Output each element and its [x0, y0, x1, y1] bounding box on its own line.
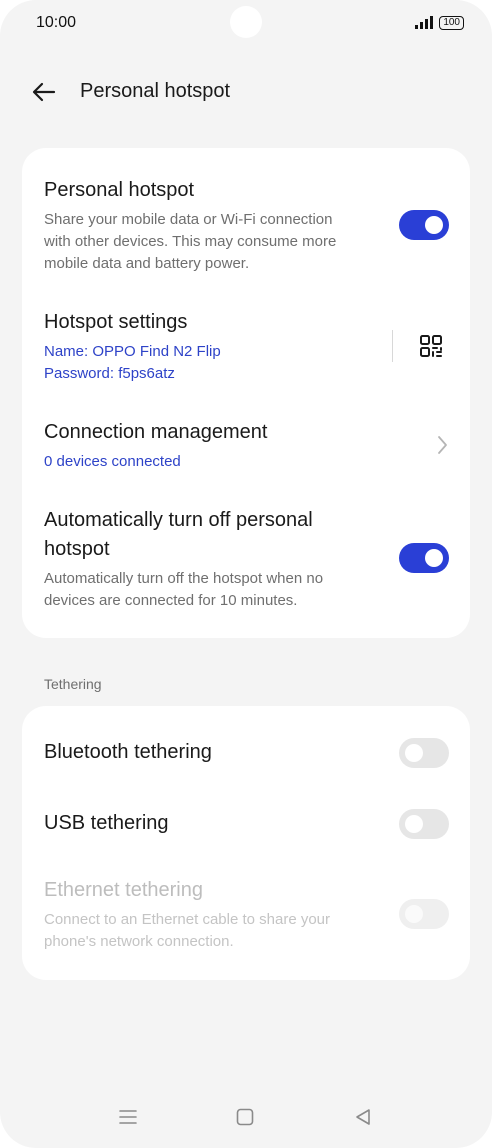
phone-screen: 10:00 100 Personal hotspot Personal hots… [0, 0, 492, 1148]
personal-hotspot-row[interactable]: Personal hotspot Share your mobile data … [44, 176, 448, 275]
ethernet-tethering-title: Ethernet tethering [44, 879, 203, 901]
back-arrow-icon[interactable] [30, 78, 58, 106]
hotspot-card: Personal hotspot Share your mobile data … [22, 148, 470, 638]
back-triangle-icon[interactable] [352, 1106, 374, 1128]
usb-tethering-title: USB tethering [44, 812, 169, 834]
battery-icon: 100 [439, 16, 464, 30]
personal-hotspot-toggle[interactable] [399, 210, 449, 240]
connection-management-row[interactable]: Connection management 0 devices connecte… [44, 418, 410, 473]
personal-hotspot-title: Personal hotspot [44, 179, 195, 201]
qr-code-icon[interactable] [419, 334, 443, 358]
toggle-knob [405, 815, 423, 833]
hotspot-settings-title: Hotspot settings [44, 311, 188, 333]
personal-hotspot-description: mobile data and battery power. [44, 255, 250, 272]
auto-turn-off-description: devices are connected for 10 minutes. [44, 592, 298, 609]
vertical-divider [392, 330, 393, 362]
toggle-knob [405, 905, 423, 923]
hotspot-name: Name: OPPO Find N2 Flip [44, 343, 221, 360]
camera-cutout [230, 6, 262, 38]
auto-turn-off-toggle[interactable] [399, 543, 449, 573]
tethering-card: Bluetooth tethering USB tethering Ethern… [22, 706, 470, 980]
ethernet-tethering-row: Ethernet tethering Connect to an Etherne… [44, 876, 370, 953]
toggle-knob [425, 549, 443, 567]
status-time: 10:00 [36, 14, 77, 31]
auto-turn-off-title: Automatically turn off personal [44, 509, 313, 531]
ethernet-tethering-description: Connect to an Ethernet cable to share yo… [44, 911, 331, 928]
ethernet-tethering-toggle [399, 899, 449, 929]
page-title: Personal hotspot [80, 80, 231, 102]
navigation-bar [0, 1096, 492, 1136]
status-icons: 100 [415, 16, 464, 30]
connection-management-title: Connection management [44, 421, 268, 443]
toggle-knob [425, 216, 443, 234]
personal-hotspot-description: Share your mobile data or Wi-Fi connecti… [44, 211, 333, 228]
menu-icon[interactable] [117, 1106, 139, 1128]
personal-hotspot-description: with other devices. This may consume mor… [44, 233, 337, 250]
usb-tethering-row[interactable]: USB tethering [44, 809, 370, 838]
signal-icon [415, 16, 434, 29]
bluetooth-tethering-row[interactable]: Bluetooth tethering [44, 738, 370, 767]
toggle-knob [405, 744, 423, 762]
bluetooth-tethering-toggle[interactable] [399, 738, 449, 768]
auto-turn-off-title: hotspot [44, 538, 110, 560]
home-square-icon[interactable] [234, 1106, 256, 1128]
hotspot-password: Password: f5ps6atz [44, 365, 175, 382]
auto-turn-off-row[interactable]: Automatically turn off personal hotspot … [44, 506, 370, 612]
devices-connected: 0 devices connected [44, 453, 181, 470]
usb-tethering-toggle[interactable] [399, 809, 449, 839]
auto-turn-off-description: Automatically turn off the hotspot when … [44, 570, 324, 587]
tethering-section-label: Tethering [44, 676, 102, 692]
chevron-right-icon [438, 436, 447, 454]
bluetooth-tethering-title: Bluetooth tethering [44, 741, 212, 763]
header: Personal hotspot [0, 72, 492, 112]
ethernet-tethering-description: phone's network connection. [44, 933, 234, 950]
status-bar: 10:00 100 [0, 0, 492, 48]
hotspot-settings-row[interactable]: Hotspot settings Name: OPPO Find N2 Flip… [44, 308, 370, 385]
